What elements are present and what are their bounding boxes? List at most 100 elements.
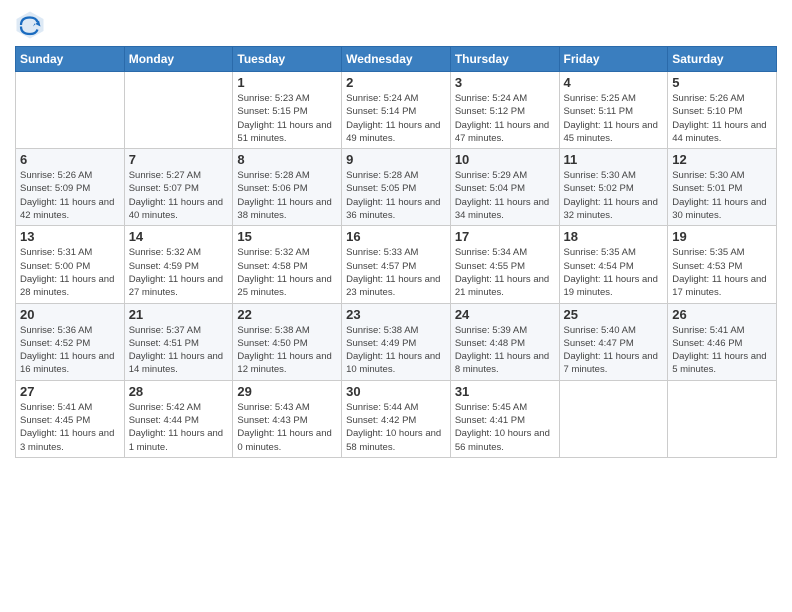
calendar-cell xyxy=(668,380,777,457)
day-number: 11 xyxy=(564,152,664,167)
calendar-cell: 20 Sunrise: 5:36 AM Sunset: 4:52 PM Dayli… xyxy=(16,303,125,380)
calendar-cell: 6Sunrise: 5:26 AM Sunset: 5:09 PM Daylig… xyxy=(16,149,125,226)
day-number: 12 xyxy=(672,152,772,167)
day-number: 20 xyxy=(20,307,120,322)
calendar-cell: 31 Sunrise: 5:45 AM Sunset: 4:41 PM Dayli… xyxy=(450,380,559,457)
header xyxy=(15,10,777,40)
day-info: Sunrise: 5:44 AM Sunset: 4:42 PM Dayligh… xyxy=(346,401,446,454)
day-of-week-header: Saturday xyxy=(668,47,777,72)
calendar-cell: 22Sunrise: 5:38 AM Sunset: 4:50 PM Dayli… xyxy=(233,303,342,380)
day-number: 25 xyxy=(564,307,664,322)
day-info: Sunrise: 5:42 AM Sunset: 4:44 PM Dayligh… xyxy=(129,401,229,454)
calendar-cell: 24 Sunrise: 5:39 AM Sunset: 4:48 PM Dayli… xyxy=(450,303,559,380)
calendar-cell: 4 Sunrise: 5:25 AM Sunset: 5:11 PM Daylig… xyxy=(559,72,668,149)
calendar-cell: 29Sunrise: 5:43 AM Sunset: 4:43 PM Dayli… xyxy=(233,380,342,457)
calendar-cell: 27 Sunrise: 5:41 AM Sunset: 4:45 PM Dayli… xyxy=(16,380,125,457)
day-info: Sunrise: 5:34 AM Sunset: 4:55 PM Dayligh… xyxy=(455,246,555,299)
day-of-week-header: Friday xyxy=(559,47,668,72)
calendar-cell: 16 Sunrise: 5:33 AM Sunset: 4:57 PM Dayli… xyxy=(342,226,451,303)
day-info: Sunrise: 5:41 AM Sunset: 4:46 PM Dayligh… xyxy=(672,324,772,377)
day-number: 26 xyxy=(672,307,772,322)
calendar-week-row: 6Sunrise: 5:26 AM Sunset: 5:09 PM Daylig… xyxy=(16,149,777,226)
day-info: Sunrise: 5:29 AM Sunset: 5:04 PM Dayligh… xyxy=(455,169,555,222)
day-number: 6 xyxy=(20,152,120,167)
day-number: 13 xyxy=(20,229,120,244)
calendar-cell: 19 Sunrise: 5:35 AM Sunset: 4:53 PM Dayli… xyxy=(668,226,777,303)
day-number: 18 xyxy=(564,229,664,244)
day-number: 24 xyxy=(455,307,555,322)
calendar-cell: 28 Sunrise: 5:42 AM Sunset: 4:44 PM Dayli… xyxy=(124,380,233,457)
day-number: 10 xyxy=(455,152,555,167)
day-info: Sunrise: 5:32 AM Sunset: 4:59 PM Dayligh… xyxy=(129,246,229,299)
calendar-cell xyxy=(16,72,125,149)
day-number: 8 xyxy=(237,152,337,167)
day-info: Sunrise: 5:36 AM Sunset: 4:52 PM Dayligh… xyxy=(20,324,120,377)
day-info: Sunrise: 5:38 AM Sunset: 4:49 PM Dayligh… xyxy=(346,324,446,377)
day-info: Sunrise: 5:39 AM Sunset: 4:48 PM Dayligh… xyxy=(455,324,555,377)
calendar-cell: 26 Sunrise: 5:41 AM Sunset: 4:46 PM Dayli… xyxy=(668,303,777,380)
calendar-cell: 14 Sunrise: 5:32 AM Sunset: 4:59 PM Dayli… xyxy=(124,226,233,303)
calendar-header-row: SundayMondayTuesdayWednesdayThursdayFrid… xyxy=(16,47,777,72)
day-number: 4 xyxy=(564,75,664,90)
calendar-cell: 18 Sunrise: 5:35 AM Sunset: 4:54 PM Dayli… xyxy=(559,226,668,303)
day-of-week-header: Tuesday xyxy=(233,47,342,72)
day-number: 7 xyxy=(129,152,229,167)
day-info: Sunrise: 5:26 AM Sunset: 5:10 PM Dayligh… xyxy=(672,92,772,145)
day-of-week-header: Thursday xyxy=(450,47,559,72)
day-info: Sunrise: 5:23 AM Sunset: 5:15 PM Dayligh… xyxy=(237,92,337,145)
day-number: 9 xyxy=(346,152,446,167)
calendar-cell: 13 Sunrise: 5:31 AM Sunset: 5:00 PM Dayli… xyxy=(16,226,125,303)
day-number: 27 xyxy=(20,384,120,399)
day-number: 2 xyxy=(346,75,446,90)
logo xyxy=(15,10,49,40)
day-info: Sunrise: 5:38 AM Sunset: 4:50 PM Dayligh… xyxy=(237,324,337,377)
calendar-cell: 11 Sunrise: 5:30 AM Sunset: 5:02 PM Dayli… xyxy=(559,149,668,226)
day-info: Sunrise: 5:30 AM Sunset: 5:02 PM Dayligh… xyxy=(564,169,664,222)
day-info: Sunrise: 5:33 AM Sunset: 4:57 PM Dayligh… xyxy=(346,246,446,299)
calendar-week-row: 20 Sunrise: 5:36 AM Sunset: 4:52 PM Dayli… xyxy=(16,303,777,380)
day-number: 19 xyxy=(672,229,772,244)
calendar-cell: 7 Sunrise: 5:27 AM Sunset: 5:07 PM Daylig… xyxy=(124,149,233,226)
calendar-cell: 1 Sunrise: 5:23 AM Sunset: 5:15 PM Daylig… xyxy=(233,72,342,149)
day-number: 28 xyxy=(129,384,229,399)
day-number: 1 xyxy=(237,75,337,90)
calendar-cell: 3Sunrise: 5:24 AM Sunset: 5:12 PM Daylig… xyxy=(450,72,559,149)
day-info: Sunrise: 5:30 AM Sunset: 5:01 PM Dayligh… xyxy=(672,169,772,222)
day-number: 15 xyxy=(237,229,337,244)
calendar-cell: 21 Sunrise: 5:37 AM Sunset: 4:51 PM Dayli… xyxy=(124,303,233,380)
day-number: 16 xyxy=(346,229,446,244)
day-info: Sunrise: 5:45 AM Sunset: 4:41 PM Dayligh… xyxy=(455,401,555,454)
page: SundayMondayTuesdayWednesdayThursdayFrid… xyxy=(0,0,792,473)
day-number: 5 xyxy=(672,75,772,90)
day-number: 31 xyxy=(455,384,555,399)
calendar-cell: 2Sunrise: 5:24 AM Sunset: 5:14 PM Daylig… xyxy=(342,72,451,149)
day-info: Sunrise: 5:35 AM Sunset: 4:54 PM Dayligh… xyxy=(564,246,664,299)
day-number: 17 xyxy=(455,229,555,244)
calendar-cell: 30 Sunrise: 5:44 AM Sunset: 4:42 PM Dayli… xyxy=(342,380,451,457)
calendar-week-row: 1 Sunrise: 5:23 AM Sunset: 5:15 PM Daylig… xyxy=(16,72,777,149)
day-info: Sunrise: 5:41 AM Sunset: 4:45 PM Dayligh… xyxy=(20,401,120,454)
day-info: Sunrise: 5:31 AM Sunset: 5:00 PM Dayligh… xyxy=(20,246,120,299)
day-info: Sunrise: 5:40 AM Sunset: 4:47 PM Dayligh… xyxy=(564,324,664,377)
day-info: Sunrise: 5:35 AM Sunset: 4:53 PM Dayligh… xyxy=(672,246,772,299)
day-number: 21 xyxy=(129,307,229,322)
day-info: Sunrise: 5:43 AM Sunset: 4:43 PM Dayligh… xyxy=(237,401,337,454)
day-number: 30 xyxy=(346,384,446,399)
day-of-week-header: Sunday xyxy=(16,47,125,72)
day-info: Sunrise: 5:24 AM Sunset: 5:12 PM Dayligh… xyxy=(455,92,555,145)
day-number: 23 xyxy=(346,307,446,322)
calendar-cell: 17 Sunrise: 5:34 AM Sunset: 4:55 PM Dayli… xyxy=(450,226,559,303)
day-number: 14 xyxy=(129,229,229,244)
calendar-cell xyxy=(559,380,668,457)
calendar-cell: 12 Sunrise: 5:30 AM Sunset: 5:01 PM Dayli… xyxy=(668,149,777,226)
calendar-cell: 25 Sunrise: 5:40 AM Sunset: 4:47 PM Dayli… xyxy=(559,303,668,380)
day-of-week-header: Wednesday xyxy=(342,47,451,72)
day-info: Sunrise: 5:37 AM Sunset: 4:51 PM Dayligh… xyxy=(129,324,229,377)
calendar-cell: 15 Sunrise: 5:32 AM Sunset: 4:58 PM Dayli… xyxy=(233,226,342,303)
day-info: Sunrise: 5:27 AM Sunset: 5:07 PM Dayligh… xyxy=(129,169,229,222)
calendar-cell: 10 Sunrise: 5:29 AM Sunset: 5:04 PM Dayli… xyxy=(450,149,559,226)
day-info: Sunrise: 5:32 AM Sunset: 4:58 PM Dayligh… xyxy=(237,246,337,299)
calendar-cell xyxy=(124,72,233,149)
calendar-cell: 5 Sunrise: 5:26 AM Sunset: 5:10 PM Daylig… xyxy=(668,72,777,149)
day-info: Sunrise: 5:25 AM Sunset: 5:11 PM Dayligh… xyxy=(564,92,664,145)
